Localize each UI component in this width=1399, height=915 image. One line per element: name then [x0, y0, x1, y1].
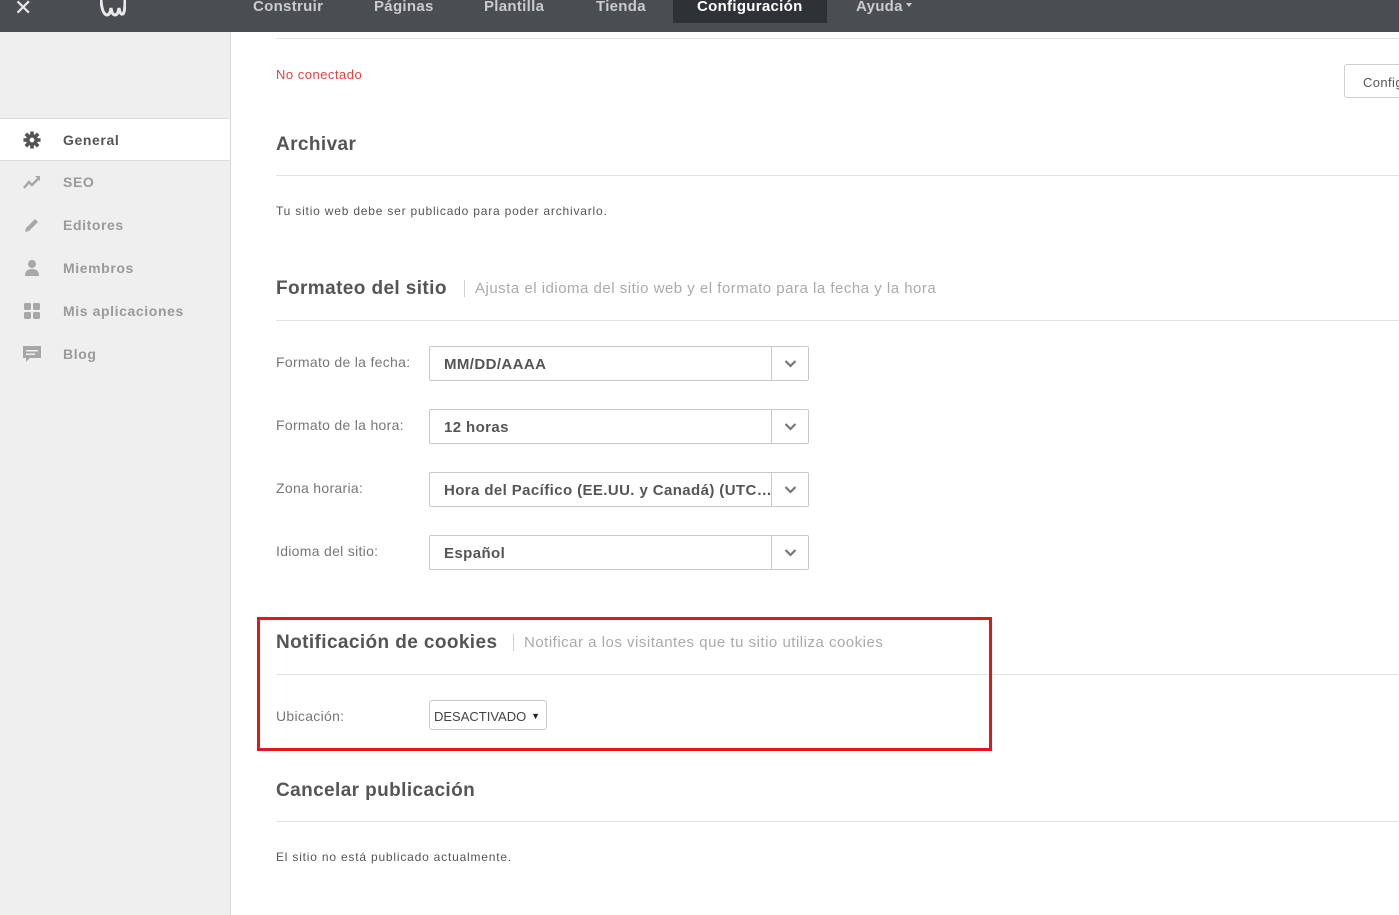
unpublish-section-title: Cancelar publicación — [276, 780, 476, 801]
cookie-location-label: Ubicación: — [276, 708, 345, 724]
chevron-down-icon[interactable] — [771, 536, 808, 569]
site-language-value: Español — [444, 545, 506, 562]
person-icon — [22, 259, 42, 277]
site-language-select[interactable]: Español — [429, 535, 809, 570]
timezone-label: Zona horaria: — [276, 480, 364, 496]
divider — [276, 320, 1399, 321]
archive-section-title: Archivar — [276, 134, 357, 155]
divider — [276, 175, 1399, 176]
nav-ayuda-label: Ayuda — [856, 0, 903, 15]
date-format-select[interactable]: MM/DD/AAAA — [429, 346, 809, 381]
nav-tienda[interactable]: Tienda — [596, 0, 646, 22]
site-language-label: Idioma del sitio: — [276, 543, 379, 559]
sidebar-item-label: Blog — [63, 346, 97, 362]
unpublish-info-text: El sitio no está publicado actualmente. — [276, 850, 512, 864]
settings-sidebar: General SEO Editores Miembros Mis aplica… — [0, 32, 231, 915]
sidebar-item-editores[interactable]: Editores — [0, 204, 230, 247]
time-format-select[interactable]: 12 horas — [429, 409, 809, 444]
sidebar-item-general[interactable]: General — [0, 118, 230, 161]
trend-line-icon — [22, 173, 42, 191]
nav-plantilla[interactable]: Plantilla — [484, 0, 544, 22]
sidebar-item-label: General — [63, 132, 120, 148]
sidebar-item-label: Editores — [63, 217, 124, 233]
cookie-location-value: DESACTIVADO — [434, 709, 527, 724]
formatting-section-subtitle: Ajusta el idioma del sitio web y el form… — [464, 280, 936, 297]
connection-status-text: No conectado — [276, 67, 363, 82]
apps-grid-icon — [22, 302, 42, 320]
chevron-down-icon[interactable] — [771, 473, 808, 506]
nav-construir[interactable]: Construir — [253, 0, 323, 22]
sidebar-item-blog[interactable]: Blog — [0, 333, 230, 376]
formatting-section-title: Formateo del sitio — [276, 278, 447, 299]
time-format-label: Formato de la hora: — [276, 417, 404, 433]
weebly-logo-icon[interactable] — [99, 0, 127, 18]
sidebar-item-miembros[interactable]: Miembros — [0, 247, 230, 290]
chevron-down-icon[interactable] — [771, 347, 808, 380]
divider — [276, 38, 1399, 39]
caret-down-icon — [905, 3, 912, 8]
chevron-down-icon[interactable] — [771, 410, 808, 443]
settings-main-panel: No conectado Config Archivar Tu sitio we… — [231, 32, 1399, 915]
date-format-label: Formato de la fecha: — [276, 354, 411, 370]
cookie-notice-section-title: Notificación de cookies — [276, 632, 498, 653]
sidebar-item-seo[interactable]: SEO — [0, 161, 230, 204]
cookie-location-select[interactable]: DESACTIVADO ▼ — [429, 700, 547, 730]
sidebar-item-label: SEO — [63, 174, 95, 190]
config-button[interactable]: Config — [1344, 64, 1399, 98]
timezone-select[interactable]: Hora del Pacífico (EE.UU. y Canadá) (UTC… — [429, 472, 809, 507]
sidebar-item-mis-aplicaciones[interactable]: Mis aplicaciones — [0, 290, 230, 333]
nav-ayuda[interactable]: Ayuda — [856, 0, 912, 22]
divider — [276, 674, 1399, 675]
divider — [276, 821, 1399, 822]
sidebar-item-label: Miembros — [63, 260, 134, 276]
sidebar-item-label: Mis aplicaciones — [63, 303, 184, 319]
close-icon[interactable]: ✕ — [14, 0, 32, 19]
pencil-icon — [22, 216, 42, 234]
time-format-value: 12 horas — [444, 419, 509, 436]
caret-down-icon: ▼ — [531, 711, 540, 721]
date-format-value: MM/DD/AAAA — [444, 356, 547, 373]
top-nav-bar: ✕ Construir Páginas Plantilla Tienda Con… — [0, 0, 1399, 32]
nav-paginas[interactable]: Páginas — [374, 0, 434, 22]
cookie-notice-section-subtitle: Notificar a los visitantes que tu sitio … — [513, 634, 883, 651]
nav-configuracion[interactable]: Configuración — [673, 0, 827, 23]
speech-bubble-icon — [22, 345, 42, 363]
archive-info-text: Tu sitio web debe ser publicado para pod… — [276, 204, 608, 218]
timezone-value: Hora del Pacífico (EE.UU. y Canadá) (UTC… — [444, 482, 774, 499]
gear-icon — [22, 131, 42, 149]
